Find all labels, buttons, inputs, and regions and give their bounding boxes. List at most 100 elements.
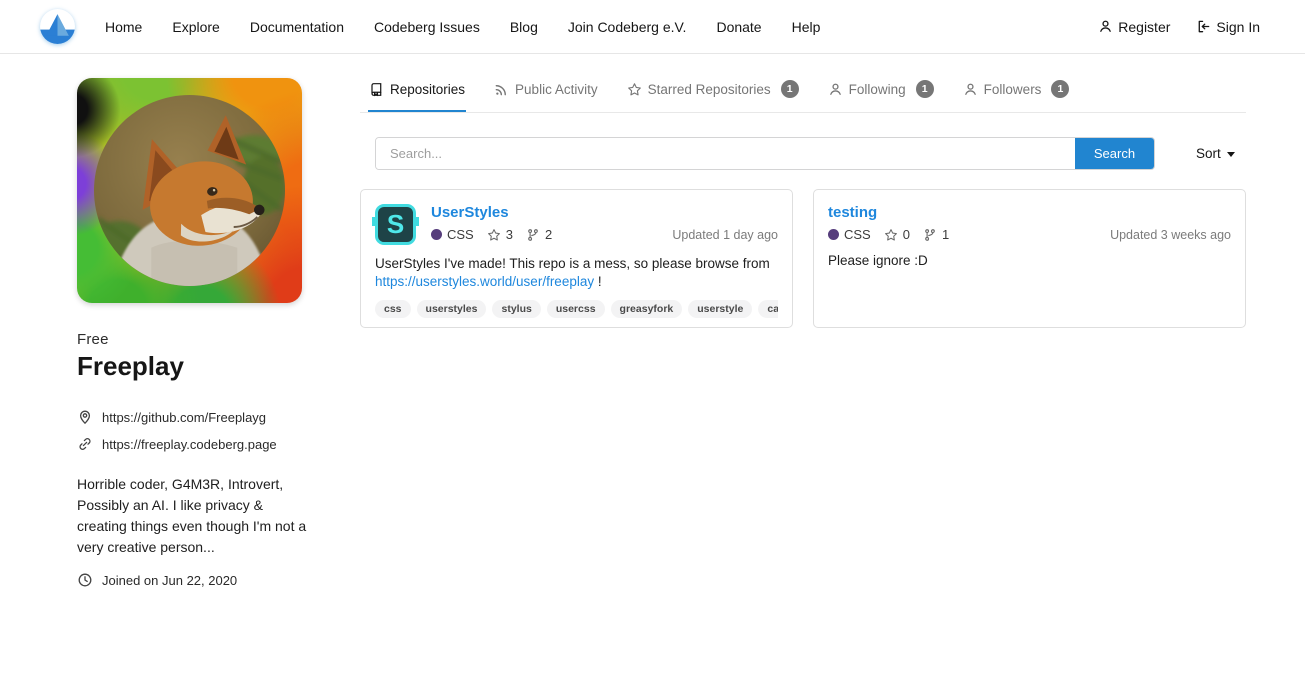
profile-bio: Horrible coder, G4M3R, Introvert, Possib… xyxy=(77,474,308,558)
nav-item-donate[interactable]: Donate xyxy=(716,19,761,35)
nav-item-documentation[interactable]: Documentation xyxy=(250,19,344,35)
fork-count-value: 1 xyxy=(942,227,949,242)
repo-head-main: UserStyles CSS 3 xyxy=(431,204,778,245)
tab-followers[interactable]: Followers 1 xyxy=(962,68,1071,113)
repo-icon xyxy=(369,82,384,97)
repo-meta: CSS 0 xyxy=(828,227,1231,242)
repo-description: Please ignore :D xyxy=(828,252,1231,270)
profile-sidebar: Free Freeplay https://github.com/Freepla… xyxy=(77,54,308,588)
location-pin-icon xyxy=(77,409,93,425)
star-count: 0 xyxy=(884,227,910,242)
main-column: Repositories Public Activity Starred Rep… xyxy=(360,54,1246,328)
sort-dropdown[interactable]: Sort xyxy=(1196,146,1235,161)
fox-photo xyxy=(94,95,285,286)
topic-chip[interactable]: userstyle xyxy=(688,300,752,318)
language-label: CSS xyxy=(447,227,474,242)
tab-following[interactable]: Following 1 xyxy=(827,68,935,113)
repo-link-testing[interactable]: testing xyxy=(828,204,1231,221)
codeberg-logo[interactable] xyxy=(39,8,76,45)
profile-joined-row: Joined on Jun 22, 2020 xyxy=(77,572,308,588)
git-fork-icon xyxy=(526,228,540,242)
language-dot-css xyxy=(828,229,839,240)
clock-icon xyxy=(77,572,93,588)
tab-public-activity[interactable]: Public Activity xyxy=(493,70,599,112)
tab-following-label: Following xyxy=(849,82,906,97)
register-link[interactable]: Register xyxy=(1098,19,1170,35)
repo-topics: css userstyles stylus usercss greasyfork… xyxy=(375,300,778,318)
profile-display-name: Freeplay xyxy=(77,351,308,382)
sort-label: Sort xyxy=(1196,146,1221,161)
profile-links: https://github.com/Freeplayg https://fre… xyxy=(77,409,308,452)
tab-repositories-label: Repositories xyxy=(390,82,465,97)
nav-item-help[interactable]: Help xyxy=(792,19,821,35)
git-fork-icon xyxy=(923,228,937,242)
nav-item-join-codeberg[interactable]: Join Codeberg e.V. xyxy=(568,19,687,35)
star-icon xyxy=(627,82,642,97)
search-box: Search xyxy=(375,137,1155,170)
repository-list: S UserStyles CSS 3 xyxy=(360,189,1246,328)
starred-count-badge: 1 xyxy=(781,80,799,98)
profile-joined-text: Joined on Jun 22, 2020 xyxy=(102,573,237,588)
topic-chip[interactable]: stylus xyxy=(492,300,540,318)
navbar: Home Explore Documentation Codeberg Issu… xyxy=(0,0,1305,54)
profile-tabs: Repositories Public Activity Starred Rep… xyxy=(360,68,1246,113)
repo-meta: CSS 3 xyxy=(431,227,778,242)
person-icon xyxy=(828,82,843,97)
topic-chip[interactable]: userstyles xyxy=(417,300,487,318)
repo-link-userstyles[interactable]: UserStyles xyxy=(431,204,778,221)
following-count-badge: 1 xyxy=(916,80,934,98)
profile-avatar xyxy=(77,78,302,303)
nav-links: Home Explore Documentation Codeberg Issu… xyxy=(105,19,820,35)
content: Free Freeplay https://github.com/Freepla… xyxy=(0,54,1305,588)
followers-count-badge: 1 xyxy=(1051,80,1069,98)
tab-starred-label: Starred Repositories xyxy=(648,82,771,97)
sign-in-label: Sign In xyxy=(1216,19,1260,35)
tab-repositories[interactable]: Repositories xyxy=(368,70,466,112)
topic-chip[interactable]: usercss xyxy=(547,300,605,318)
repo-description-text: UserStyles I've made! This repo is a mes… xyxy=(375,256,770,271)
nav-item-blog[interactable]: Blog xyxy=(510,19,538,35)
navbar-right: Register Sign In xyxy=(1098,19,1260,35)
repo-updated: Updated 3 weeks ago xyxy=(1110,228,1231,242)
tab-followers-label: Followers xyxy=(984,82,1042,97)
language-dot-css xyxy=(431,229,442,240)
register-label: Register xyxy=(1118,19,1170,35)
star-count-value: 0 xyxy=(903,227,910,242)
repo-updated: Updated 1 day ago xyxy=(672,228,778,242)
repo-card-testing: testing CSS 0 xyxy=(813,189,1246,328)
userstyles-world-link[interactable]: https://userstyles.world/user/freeplay xyxy=(375,274,594,289)
repo-description: UserStyles I've made! This repo is a mes… xyxy=(375,255,778,291)
topic-chip[interactable]: css xyxy=(375,300,411,318)
link-icon xyxy=(77,436,93,452)
star-count-value: 3 xyxy=(506,227,513,242)
star-count: 3 xyxy=(487,227,513,242)
profile-location-row: https://github.com/Freeplayg xyxy=(77,409,308,425)
repo-head-main: testing CSS 0 xyxy=(828,204,1231,242)
topic-chip[interactable]: cascading-style-sheets xyxy=(758,300,778,318)
search-input[interactable] xyxy=(376,138,1075,169)
profile-website-text: https://freeplay.codeberg.page xyxy=(102,437,277,452)
repo-description-suffix: ! xyxy=(594,274,602,289)
search-row: Search Sort xyxy=(360,137,1246,170)
fork-count: 1 xyxy=(923,227,949,242)
rss-icon xyxy=(494,82,509,97)
nav-item-codeberg-issues[interactable]: Codeberg Issues xyxy=(374,19,480,35)
star-icon xyxy=(487,228,501,242)
profile-username: Free xyxy=(77,331,308,348)
language-label: CSS xyxy=(844,227,871,242)
search-button[interactable]: Search xyxy=(1075,138,1154,169)
profile-website-row[interactable]: https://freeplay.codeberg.page xyxy=(77,436,308,452)
nav-item-explore[interactable]: Explore xyxy=(172,19,219,35)
person-icon xyxy=(963,82,978,97)
repo-card-userstyles: S UserStyles CSS 3 xyxy=(360,189,793,328)
sign-in-link[interactable]: Sign In xyxy=(1196,19,1260,35)
repo-description-text: Please ignore :D xyxy=(828,253,928,268)
star-icon xyxy=(884,228,898,242)
nav-item-home[interactable]: Home xyxy=(105,19,142,35)
fork-count-value: 2 xyxy=(545,227,552,242)
topic-chip[interactable]: greasyfork xyxy=(611,300,683,318)
sign-in-icon xyxy=(1196,19,1211,34)
profile-location-text: https://github.com/Freeplayg xyxy=(102,410,266,425)
tab-starred-repositories[interactable]: Starred Repositories 1 xyxy=(626,68,800,113)
fork-count: 2 xyxy=(526,227,552,242)
